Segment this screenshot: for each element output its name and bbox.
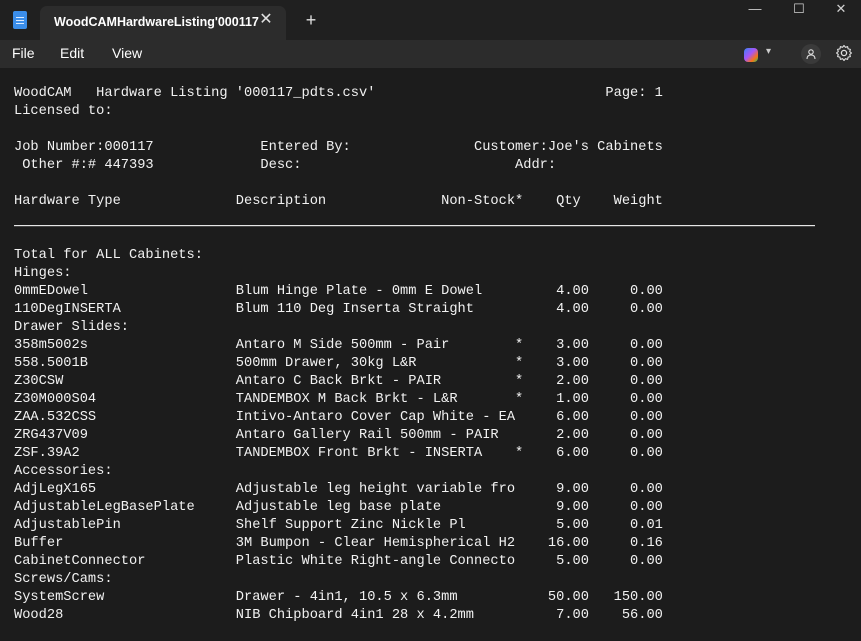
list-item: ZSF.39A2 TANDEMBOX Front Brkt - INSERTA … (14, 446, 663, 461)
chevron-down-icon: ▾ (766, 46, 772, 57)
list-item: 0mmEDowel Blum Hinge Plate - 0mm E Dowel… (14, 284, 663, 299)
section-screws-cams: Screws/Cams: (14, 572, 113, 587)
list-item: Z30CSW Antaro C Back Brkt - PAIR * 2.00 … (14, 374, 663, 389)
tab-document[interactable]: WoodCAMHardwareListing'000117 ✕ (40, 6, 286, 40)
list-item: AdjustablePin Shelf Support Zinc Nickle … (14, 518, 663, 533)
menu-bar: File Edit View ▾ (0, 40, 861, 68)
new-tab-button[interactable]: + (300, 10, 322, 32)
settings-button[interactable] (835, 44, 853, 62)
other-line: Other #:# 447393 Desc: Addr: (14, 158, 557, 173)
section-drawer-slides: Drawer Slides: (14, 320, 129, 335)
list-item: ZRG437V09 Antaro Gallery Rail 500mm - PA… (14, 428, 663, 443)
list-item: AdjustableLegBasePlate Adjustable leg ba… (14, 500, 663, 515)
gear-icon (835, 44, 853, 62)
list-item: Wood28 NIB Chipboard 4in1 28 x 4.2mm 7.0… (14, 608, 663, 623)
section-accessories: Accessories: (14, 464, 113, 479)
copilot-button[interactable]: ▾ (742, 44, 782, 66)
minimize-button[interactable]: — (732, 0, 778, 20)
list-item: 110DegINSERTA Blum 110 Deg Inserta Strai… (14, 302, 663, 317)
menu-view[interactable]: View (112, 45, 142, 61)
header-line: WoodCAM Hardware Listing '000117_pdts.cs… (14, 86, 663, 101)
list-item: SystemScrew Drawer - 4in1, 10.5 x 6.3mm … (14, 590, 663, 605)
tab-title: WoodCAMHardwareListing'000117 (54, 15, 259, 29)
job-line: Job Number:000117 Entered By: Customer:J… (14, 140, 663, 155)
section-hinges: Hinges: (14, 266, 72, 281)
licensed-line: Licensed to: (14, 104, 113, 119)
list-item: 558.5001B 500mm Drawer, 30kg L&R * 3.00 … (14, 356, 663, 371)
column-headers: Hardware Type Description Non-Stock* Qty… (14, 194, 663, 209)
list-item: 358m5002s Antaro M Side 500mm - Pair * 3… (14, 338, 663, 353)
list-item: ZAA.532CSS Intivo-Antaro Cover Cap White… (14, 410, 663, 425)
title-bar: WoodCAMHardwareListing'000117 ✕ + — ☐ ✕ (0, 0, 861, 40)
menu-edit[interactable]: Edit (60, 45, 84, 61)
close-window-button[interactable]: ✕ (818, 0, 861, 20)
menu-file[interactable]: File (12, 45, 35, 61)
maximize-button[interactable]: ☐ (776, 0, 822, 20)
account-button[interactable] (801, 44, 821, 64)
list-item: Buffer 3M Bumpon - Clear Hemispherical H… (14, 536, 663, 551)
list-item: CabinetConnector Plastic White Right-ang… (14, 554, 663, 569)
close-tab-icon[interactable]: ✕ (256, 10, 276, 30)
copilot-icon (744, 48, 758, 62)
text-editor-area[interactable]: WoodCAM Hardware Listing '000117_pdts.cs… (0, 68, 861, 641)
notepad-icon (13, 11, 27, 29)
total-line: Total for ALL Cabinets: (14, 248, 203, 263)
list-item: AdjLegX165 Adjustable leg height variabl… (14, 482, 663, 497)
list-item: Z30M000S04 TANDEMBOX M Back Brkt - L&R *… (14, 392, 663, 407)
person-icon (806, 49, 816, 60)
separator-line (14, 225, 815, 227)
